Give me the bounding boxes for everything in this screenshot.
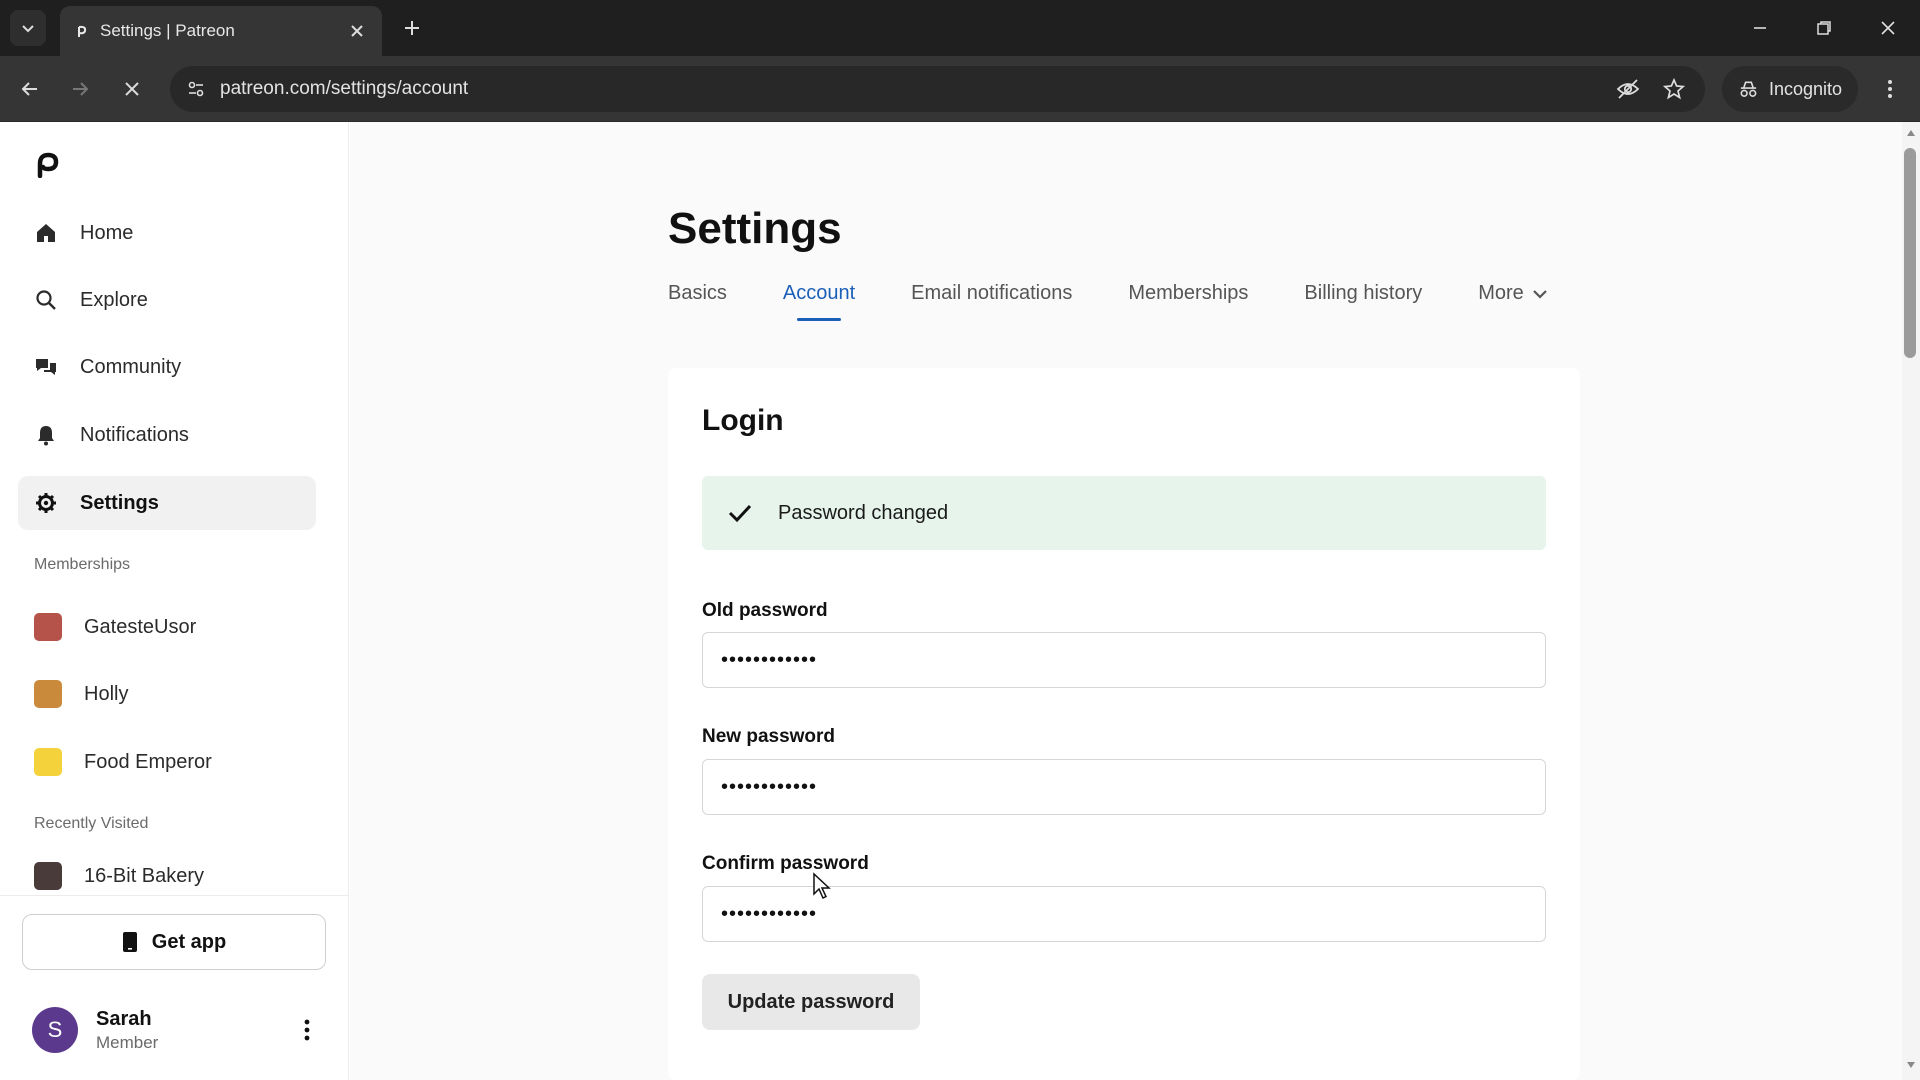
confirm-password-label: Confirm password <box>702 853 869 874</box>
sidebar-item-settings[interactable]: Settings <box>18 476 316 530</box>
mouse-cursor-icon <box>813 872 831 900</box>
back-arrow-icon[interactable] <box>14 73 46 105</box>
tab-account[interactable]: Account <box>783 282 855 321</box>
browser-tab[interactable]: Settings | Patreon <box>60 6 382 56</box>
sidebar-item-notifications[interactable]: Notifications <box>18 408 316 462</box>
close-tab-icon[interactable] <box>346 20 368 42</box>
sidebar-item-label: Explore <box>80 288 148 311</box>
tab-basics[interactable]: Basics <box>668 282 727 321</box>
user-name: Sarah <box>96 1007 152 1030</box>
sidebar-item-label: Notifications <box>80 423 189 446</box>
creator-avatar <box>34 862 62 890</box>
restore-icon[interactable] <box>1806 10 1842 46</box>
stop-loading-icon[interactable] <box>116 73 148 105</box>
membership-label: Food Emperor <box>84 750 212 773</box>
chat-bubbles-icon <box>34 355 58 379</box>
incognito-icon <box>1740 81 1757 97</box>
creator-avatar <box>34 613 62 641</box>
sidebar-item-label: Settings <box>80 491 159 514</box>
sidebar-item-label: Community <box>80 355 182 378</box>
scroll-up-arrow-icon[interactable] <box>1904 126 1918 140</box>
minimize-icon[interactable] <box>1742 10 1778 46</box>
main-content: Settings Basics Account Email notificati… <box>350 122 1902 1080</box>
tab-title: Settings | Patreon <box>100 21 235 40</box>
creator-avatar <box>34 680 62 708</box>
tab-memberships[interactable]: Memberships <box>1128 282 1248 321</box>
membership-label: GatesteUsor <box>84 615 197 638</box>
chevron-down-icon <box>22 25 34 33</box>
sidebar-item-home[interactable]: Home <box>18 206 316 260</box>
home-icon <box>34 221 58 245</box>
recent-label: 16-Bit Bakery <box>84 864 205 887</box>
page-title: Settings <box>668 204 842 253</box>
browser-toolbar: patreon.com/settings/account Incognito <box>0 56 1920 122</box>
checkmark-icon <box>728 504 752 523</box>
scrollbar-thumb[interactable] <box>1904 148 1916 358</box>
sidebar-item-label: Home <box>80 221 134 244</box>
creator-avatar <box>34 748 62 776</box>
sidebar: Home Explore Community Notifications Set… <box>0 122 349 1080</box>
more-vertical-icon[interactable] <box>292 1015 322 1045</box>
new-password-field[interactable] <box>702 759 1546 815</box>
bookmark-star-icon[interactable] <box>1660 75 1688 103</box>
membership-item-holly[interactable]: Holly <box>18 669 316 719</box>
login-card: Login Password changed Old password New … <box>668 368 1580 1080</box>
tab-billing-history[interactable]: Billing history <box>1304 282 1422 321</box>
tab-more[interactable]: More <box>1478 282 1548 321</box>
alert-text: Password changed <box>778 501 949 524</box>
settings-tabs: Basics Account Email notifications Membe… <box>668 282 1548 321</box>
sidebar-divider <box>0 895 349 896</box>
membership-item-gatesteusor[interactable]: GatesteUsor <box>18 602 316 652</box>
user-profile[interactable]: S Sarah Member <box>32 1000 322 1060</box>
tab-more-label: More <box>1478 282 1524 304</box>
membership-item-food-emperor[interactable]: Food Emperor <box>18 737 316 787</box>
incognito-indicator[interactable]: Incognito <box>1722 66 1858 112</box>
browser-menu-icon[interactable] <box>1874 73 1906 105</box>
update-password-button[interactable]: Update password <box>702 974 920 1030</box>
bell-icon <box>34 423 58 447</box>
window-close-icon[interactable] <box>1870 10 1906 46</box>
url-text: patreon.com/settings/account <box>220 78 469 99</box>
incognito-label: Incognito <box>1768 78 1842 99</box>
recently-visited-section-label: Recently Visited <box>34 815 149 832</box>
avatar: S <box>32 1007 78 1053</box>
tab-email-notifications[interactable]: Email notifications <box>911 282 1072 321</box>
site-info-icon[interactable] <box>182 75 210 103</box>
sidebar-item-explore[interactable]: Explore <box>18 273 316 327</box>
sidebar-item-community[interactable]: Community <box>18 340 316 394</box>
new-password-label: New password <box>702 726 836 747</box>
get-app-label: Get app <box>151 930 227 953</box>
phone-icon <box>122 932 137 952</box>
old-password-field[interactable] <box>702 632 1546 688</box>
chevron-down-icon <box>1533 289 1547 299</box>
memberships-section-label: Memberships <box>34 556 131 573</box>
gear-icon <box>34 491 58 515</box>
forward-arrow-icon[interactable] <box>64 73 96 105</box>
patreon-logo-icon[interactable] <box>34 152 60 178</box>
scroll-down-arrow-icon[interactable] <box>1904 1058 1918 1072</box>
old-password-label: Old password <box>702 600 828 621</box>
new-tab-plus-icon[interactable] <box>398 14 426 42</box>
login-title: Login <box>702 404 784 437</box>
membership-label: Holly <box>84 682 129 705</box>
success-alert: Password changed <box>702 476 1546 550</box>
search-icon <box>34 288 58 312</box>
get-app-button[interactable]: Get app <box>22 914 326 970</box>
user-meta: Sarah Member <box>96 1008 292 1053</box>
recent-item-16-bit-bakery[interactable]: 16-Bit Bakery <box>18 861 316 891</box>
eye-slash-icon[interactable] <box>1614 75 1642 103</box>
tab-search-button[interactable] <box>10 10 46 46</box>
address-bar[interactable]: patreon.com/settings/account <box>170 66 1705 112</box>
browser-tab-bar: Settings | Patreon <box>0 0 1920 56</box>
user-role: Member <box>96 1032 159 1052</box>
patreon-favicon-icon <box>74 23 90 39</box>
